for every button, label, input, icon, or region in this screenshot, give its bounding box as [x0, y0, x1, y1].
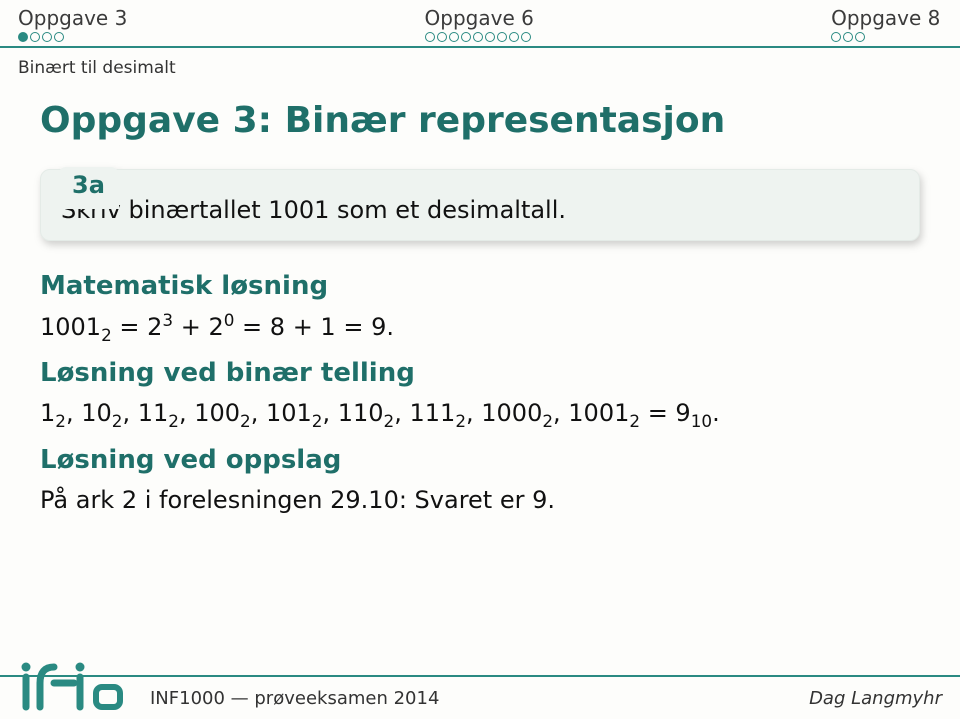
progress-dot[interactable]	[42, 32, 52, 42]
progress-dot[interactable]	[521, 32, 531, 42]
math-line-conversion: 10012 = 23 + 20 = 8 + 1 = 9.	[40, 307, 920, 349]
heading-matematisk: Matematisk løsning	[40, 271, 920, 301]
progress-dot[interactable]	[437, 32, 447, 42]
heading-oppslag: Løsning ved oppslag	[40, 445, 920, 475]
slide-content: Oppgave 3: Binær representasjon 3a Skriv…	[0, 78, 960, 520]
slide-title: Oppgave 3: Binær representasjon	[40, 100, 920, 141]
progress-dots-oppgave6	[425, 32, 832, 42]
math-line-counting: 12, 102, 112, 1002, 1012, 1102, 1112, 10…	[40, 394, 920, 435]
progress-dot[interactable]	[18, 32, 28, 42]
progress-dot[interactable]	[843, 32, 853, 42]
problem-box: 3a Skriv binærtallet 1001 som et desimal…	[40, 169, 920, 241]
text-oppslag: På ark 2 i forelesningen 29.10: Svaret e…	[40, 481, 920, 519]
slide-subtitle: Binært til desimalt	[0, 54, 960, 78]
progress-dot[interactable]	[54, 32, 64, 42]
nav-section-labels: Oppgave 3 Oppgave 6 Oppgave 8	[0, 0, 960, 32]
progress-dot[interactable]	[485, 32, 495, 42]
progress-dot[interactable]	[449, 32, 459, 42]
heading-telling: Løsning ved binær telling	[40, 358, 920, 388]
footer-author: Dag Langmyhr	[809, 688, 942, 709]
problem-box-text: Skriv binærtallet 1001 som et desimaltal…	[40, 169, 920, 241]
progress-dots-oppgave3	[18, 32, 425, 42]
progress-dot[interactable]	[473, 32, 483, 42]
ifi-logo-icon	[8, 659, 128, 717]
problem-box-label: 3a	[58, 167, 119, 209]
nav-label-oppgave3[interactable]: Oppgave 3	[18, 6, 425, 30]
progress-dot[interactable]	[30, 32, 40, 42]
slide-footer: INF1000 — prøveeksamen 2014 Dag Langmyhr	[0, 675, 960, 719]
header-divider	[0, 46, 960, 48]
progress-dots-oppgave8	[831, 32, 942, 42]
progress-dot[interactable]	[831, 32, 841, 42]
footer-course: INF1000 — prøveeksamen 2014	[150, 688, 439, 709]
progress-dot[interactable]	[461, 32, 471, 42]
nav-label-oppgave6[interactable]: Oppgave 6	[425, 6, 832, 30]
nav-progress-dots	[0, 32, 960, 46]
footer-divider	[0, 675, 960, 677]
nav-label-oppgave8[interactable]: Oppgave 8	[831, 6, 942, 30]
progress-dot[interactable]	[509, 32, 519, 42]
progress-dot[interactable]	[497, 32, 507, 42]
progress-dot[interactable]	[425, 32, 435, 42]
progress-dot[interactable]	[855, 32, 865, 42]
